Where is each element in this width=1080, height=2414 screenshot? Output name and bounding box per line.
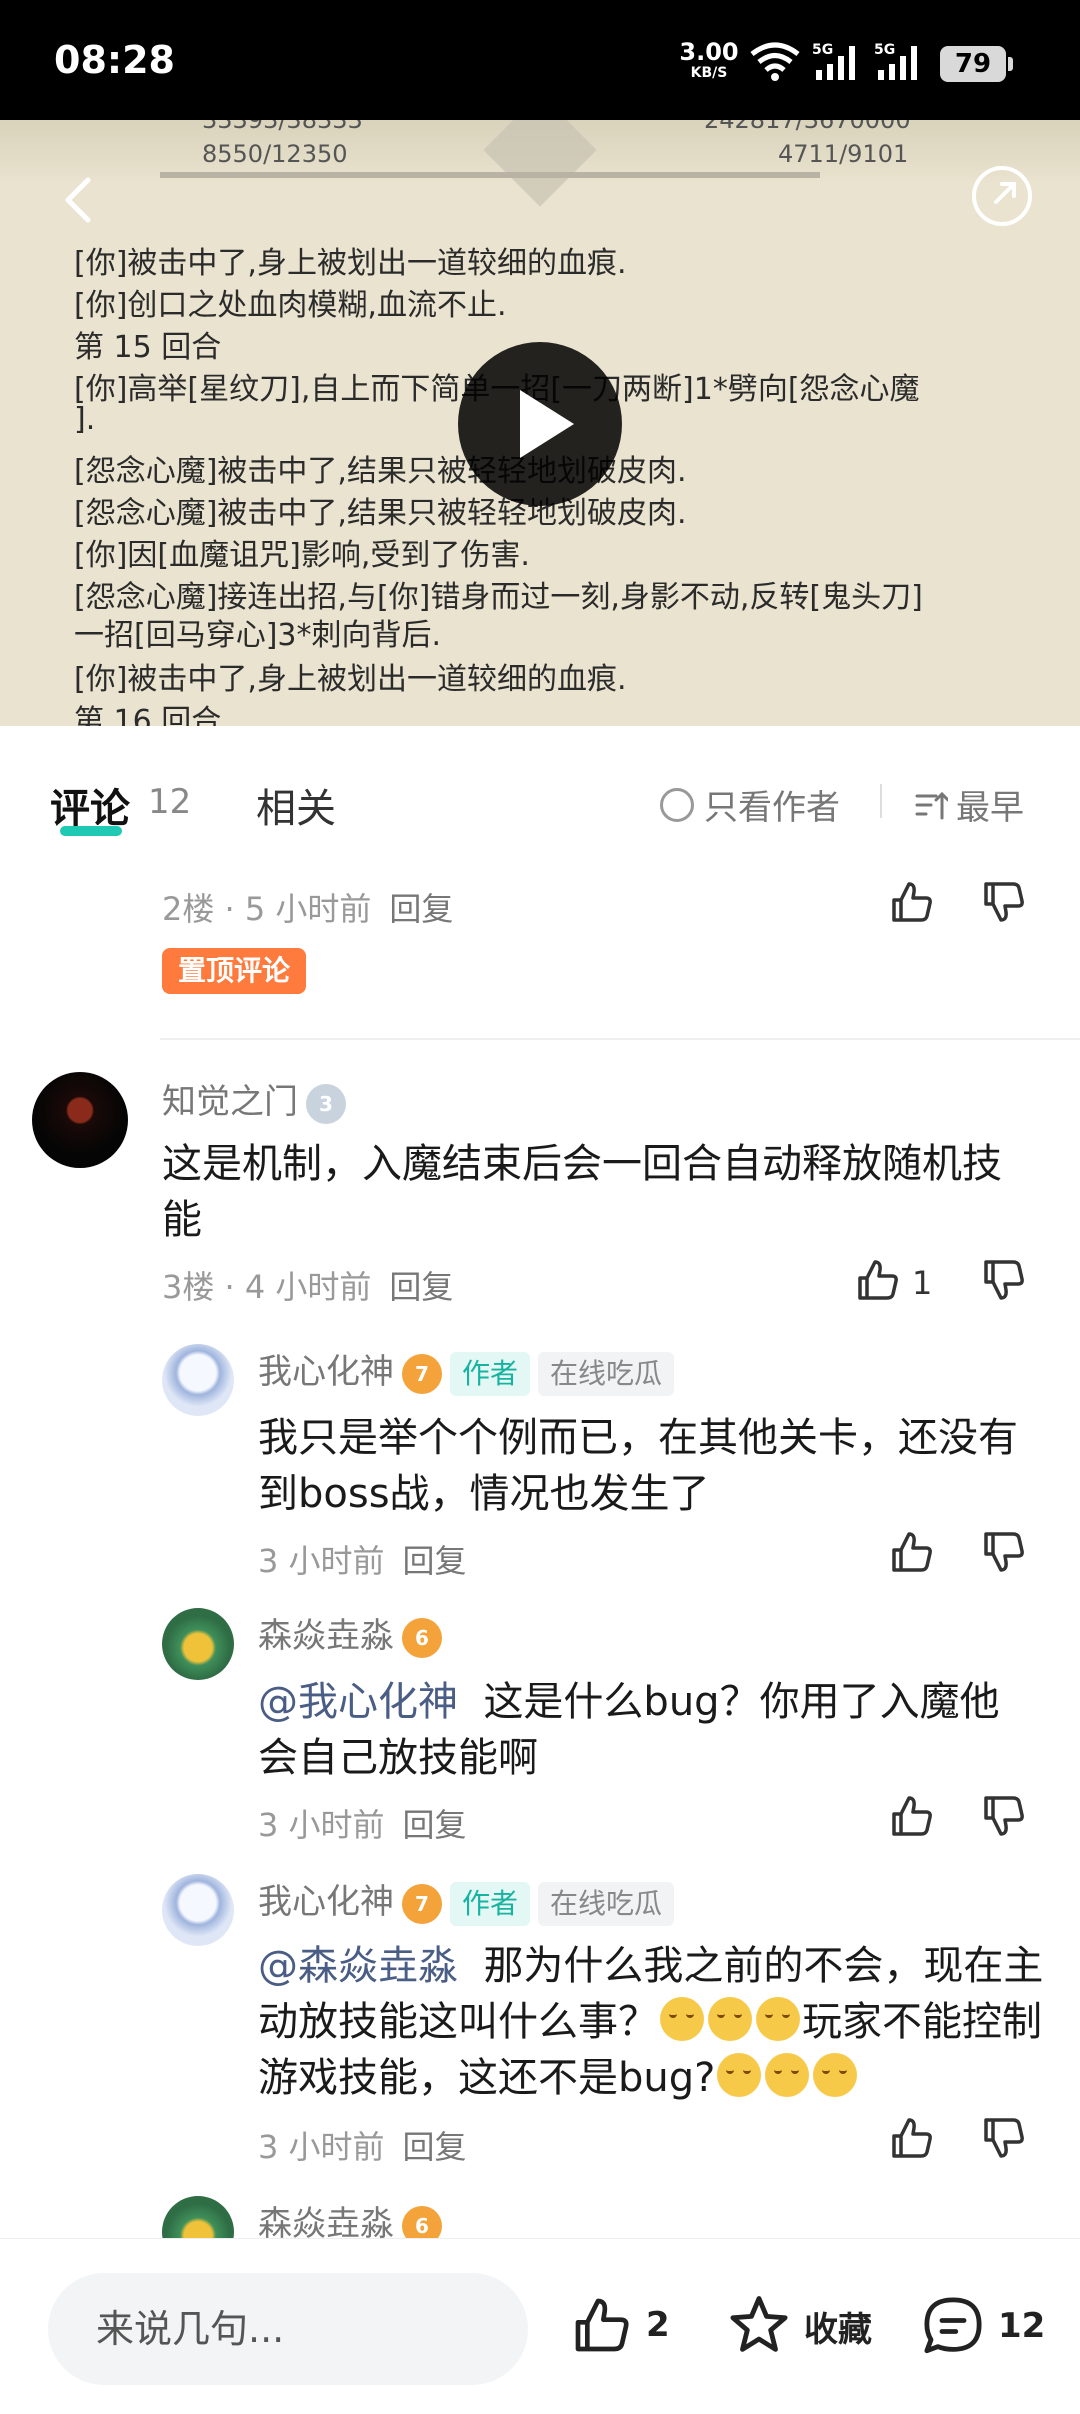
sort-button[interactable]: 最早 bbox=[914, 780, 1024, 829]
comment-bubble-icon bbox=[924, 2297, 982, 2354]
reply-username[interactable]: 我心化神 7 作者 在线吃瓜 bbox=[258, 1874, 675, 1926]
like-count: 1 bbox=[912, 1264, 933, 1302]
comment-meta: 2楼 · 5 小时前 回复 bbox=[162, 890, 454, 928]
video-text-line: 第 16 回合 bbox=[74, 704, 222, 726]
status-bar: 08:28 3.00 KB/S 5G 5G 79 bbox=[0, 0, 1080, 120]
mention-link[interactable]: @森焱垚淼 bbox=[258, 1943, 458, 1989]
avatar[interactable] bbox=[162, 1608, 234, 1680]
svg-text:5G: 5G bbox=[874, 42, 895, 58]
dislike-icon[interactable] bbox=[980, 1528, 1028, 1576]
comments-count: 12 bbox=[148, 782, 192, 822]
avatar[interactable] bbox=[162, 1344, 234, 1416]
video-text-line: [怨念心魔]被击中了,结果只被轻轻地划破皮肉. bbox=[74, 496, 687, 531]
signal-5g-icon: 5G bbox=[812, 42, 855, 80]
sort-icon bbox=[915, 791, 948, 819]
like-button[interactable]: 2 bbox=[570, 2293, 670, 2357]
share-icon[interactable] bbox=[970, 164, 1034, 228]
star-icon bbox=[730, 2296, 788, 2352]
level-badge-icon: 3 bbox=[306, 1083, 346, 1124]
level-badge-icon: 6 bbox=[402, 1617, 442, 1658]
dislike-icon[interactable] bbox=[980, 1256, 1028, 1304]
like-icon[interactable] bbox=[888, 878, 936, 926]
reply-meta: 3 小时前 回复 bbox=[258, 1806, 467, 1844]
video-stat-right-top: 242817/3670000 bbox=[704, 120, 911, 134]
video-text-line: ]. bbox=[74, 402, 96, 437]
reply-text: 我只是举个个例而已，在其他关卡，还没有到boss战，情况也发生了 bbox=[258, 1415, 1018, 1517]
video-text-line: [你]因[血魔诅咒]影响,受到了伤害. bbox=[74, 538, 530, 573]
tab-active-indicator bbox=[60, 826, 122, 836]
video-player[interactable]: 33393/38333 8550/12350 242817/3670000 47… bbox=[0, 120, 1080, 726]
reply-text: @我心化神 这是什么bug？你用了入魔他会自己放技能啊 bbox=[258, 1679, 1000, 1781]
dizzy-emoji-icon bbox=[660, 1997, 704, 2041]
video-text-line: [你]被击中了,身上被划出一道较细的血痕. bbox=[74, 246, 627, 281]
comment-username[interactable]: 知觉之门 3 bbox=[162, 1074, 346, 1124]
level-badge-icon: 7 bbox=[402, 1353, 442, 1394]
reply-button[interactable]: 回复 bbox=[403, 1806, 467, 1844]
wifi-icon bbox=[750, 42, 800, 81]
back-icon[interactable] bbox=[50, 170, 110, 230]
like-icon bbox=[575, 2298, 629, 2352]
like-icon[interactable] bbox=[854, 1256, 902, 1304]
reply-meta: 3 小时前 回复 bbox=[258, 2128, 467, 2166]
video-text-line: [你]创口之处血肉模糊,血流不止. bbox=[74, 288, 507, 323]
comment-tabs: 评论 12 相关 只看作者 最早 bbox=[0, 726, 1080, 876]
video-text-line: 一招[回马穿心]3*刺向背后. bbox=[74, 618, 442, 653]
favorite-button[interactable]: 收藏 bbox=[726, 2293, 872, 2359]
video-text-line: 第 15 回合 bbox=[74, 330, 222, 365]
reply-button[interactable]: 回复 bbox=[403, 1542, 467, 1580]
battery-icon: 79 bbox=[940, 46, 1013, 82]
only-author-toggle[interactable]: 只看作者 bbox=[660, 780, 840, 829]
video-emblem bbox=[483, 120, 597, 207]
dizzy-emoji-icon bbox=[708, 1997, 752, 2041]
dislike-icon[interactable] bbox=[980, 2114, 1028, 2162]
status-time: 08:28 bbox=[54, 38, 175, 82]
dislike-icon[interactable] bbox=[980, 878, 1028, 926]
avatar[interactable] bbox=[162, 1874, 234, 1946]
divider bbox=[880, 784, 882, 818]
dislike-icon[interactable] bbox=[980, 1792, 1028, 1840]
like-icon[interactable] bbox=[888, 1528, 936, 1576]
pinned-badge: 置顶评论 bbox=[162, 948, 307, 994]
svg-text:5G: 5G bbox=[812, 42, 833, 58]
video-stat-left-top: 33393/38333 bbox=[202, 120, 363, 134]
online-tag: 在线吃瓜 bbox=[538, 1351, 675, 1396]
divider bbox=[160, 1038, 1080, 1040]
level-badge-icon: 7 bbox=[402, 1883, 442, 1924]
reply-username[interactable]: 我心化神 7 作者 在线吃瓜 bbox=[258, 1344, 675, 1396]
like-icon[interactable] bbox=[888, 2114, 936, 2162]
bottom-action-bar: 来说几句... 2 收藏 12 bbox=[0, 2238, 1080, 2414]
video-stat-left: 8550/12350 bbox=[202, 140, 348, 168]
reply-button[interactable]: 回复 bbox=[389, 1268, 453, 1306]
avatar[interactable] bbox=[32, 1072, 128, 1168]
reply-button[interactable]: 回复 bbox=[403, 2128, 467, 2166]
like-icon[interactable] bbox=[888, 1792, 936, 1840]
reply-username[interactable]: 森焱垚淼 6 bbox=[258, 1608, 442, 1658]
play-button[interactable] bbox=[458, 342, 622, 506]
comment-text: 这是机制，入魔结束后会一回合自动释放随机技能 bbox=[162, 1141, 1002, 1243]
tab-related[interactable]: 相关 bbox=[256, 776, 336, 834]
network-speed: 3.00 KB/S bbox=[679, 38, 739, 81]
comments-button[interactable]: 12 bbox=[920, 2293, 1045, 2359]
video-stat-right: 4711/9101 bbox=[778, 140, 909, 168]
video-text-line: [你]被击中了,身上被划出一道较细的血痕. bbox=[74, 662, 627, 697]
comment-input[interactable]: 来说几句... bbox=[48, 2273, 528, 2385]
dizzy-emoji-icon bbox=[765, 2053, 810, 2097]
dizzy-emoji-icon bbox=[717, 2053, 762, 2097]
reply-text: @森焱垚淼 那为什么我之前的不会，现在主动放技能这叫什么事？ 玩家不能控制游戏技能… bbox=[258, 1943, 1044, 2101]
author-tag: 作者 bbox=[450, 1351, 531, 1396]
video-hp-bar bbox=[160, 172, 820, 178]
dizzy-emoji-icon bbox=[813, 2053, 858, 2097]
dizzy-emoji-icon bbox=[756, 1997, 800, 2041]
online-tag: 在线吃瓜 bbox=[538, 1881, 675, 1926]
reply-meta: 3 小时前 回复 bbox=[258, 1542, 467, 1580]
reply-button[interactable]: 回复 bbox=[389, 890, 453, 928]
radio-icon bbox=[660, 787, 694, 822]
author-tag: 作者 bbox=[450, 1881, 531, 1926]
signal-5g-2-icon: 5G bbox=[874, 42, 917, 80]
comment-meta: 3楼 · 4 小时前 回复 bbox=[162, 1268, 454, 1306]
mention-link[interactable]: @我心化神 bbox=[258, 1679, 458, 1725]
